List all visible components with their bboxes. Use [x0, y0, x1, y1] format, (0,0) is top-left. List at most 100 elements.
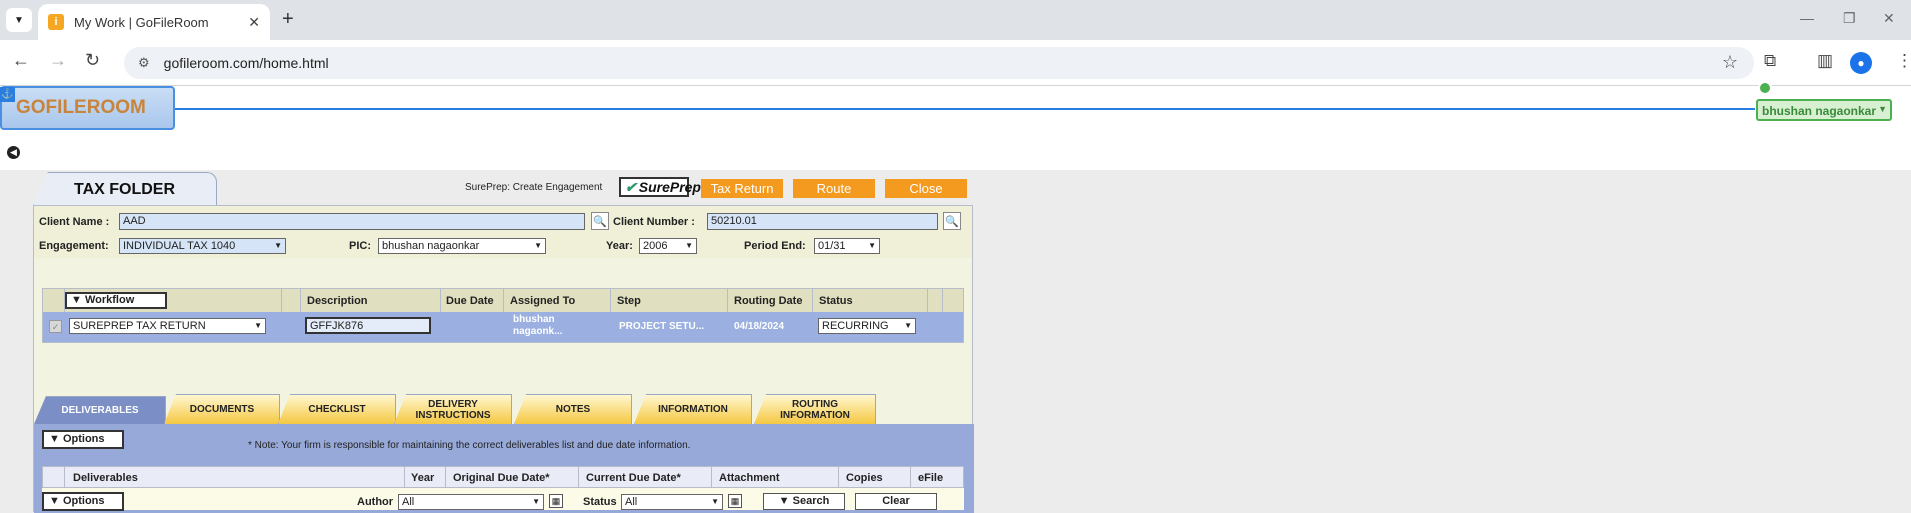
assigned-to-line2: nagaonk...: [513, 326, 563, 337]
tab-documents[interactable]: DOCUMENTS: [164, 394, 280, 424]
chevron-down-icon: ▼: [711, 497, 719, 506]
status-filter-select[interactable]: All ▼: [621, 494, 723, 510]
engagement-label: Engagement:: [39, 240, 109, 252]
profile-avatar-icon[interactable]: ●: [1850, 52, 1872, 74]
status-value: RECURRING: [822, 320, 889, 332]
anchor-icon[interactable]: ⚓: [0, 87, 15, 102]
client-name-search-icon[interactable]: 🔍: [591, 212, 609, 230]
status-label: Status: [583, 496, 617, 508]
tab-label-line1: ROUTING: [791, 398, 839, 410]
user-status-icon: [1758, 81, 1772, 95]
app-header: GOFILEROOM ⚓ bhushan nagaonkar ▼ ◀: [0, 81, 1911, 170]
workflow-table: ▼ Workflow Description Due Date Assigned…: [42, 288, 964, 343]
client-number-input[interactable]: 50210.01: [707, 213, 938, 230]
year-label: Year:: [606, 240, 633, 252]
engagement-select[interactable]: INDIVIDUAL TAX 1040 ▼: [119, 238, 286, 254]
pic-value: bhushan nagaonkar: [382, 240, 480, 252]
tab-checklist[interactable]: CHECKLIST: [278, 394, 396, 424]
tab-deliverables[interactable]: DELIVERABLES: [34, 396, 166, 424]
step-value: PROJECT SETU...: [619, 321, 705, 332]
tab-label-line2: INSTRUCTIONS: [415, 409, 491, 421]
period-end-select[interactable]: 01/31 ▼: [814, 238, 880, 254]
period-end-value: 01/31: [818, 240, 846, 252]
collapse-arrow-icon[interactable]: ◀: [7, 146, 20, 159]
description-input[interactable]: GFFJK876: [305, 317, 431, 334]
tax-return-button[interactable]: Tax Return: [701, 179, 783, 198]
deliverables-header-row: Deliverables Year Original Due Date* Cur…: [42, 466, 964, 488]
year-select[interactable]: 2006 ▼: [639, 238, 697, 254]
status-calendar-icon[interactable]: ▦: [728, 494, 742, 508]
triangle-down-icon: ▼: [49, 495, 63, 507]
tab-notes[interactable]: NOTES: [514, 394, 632, 424]
table-row[interactable]: ✓ SUREPREP TAX RETURN ▼ GFFJK876 bhushan …: [43, 312, 963, 342]
workflow-select[interactable]: SUREPREP TAX RETURN ▼: [69, 318, 266, 334]
period-end-label: Period End:: [744, 240, 806, 252]
reload-icon[interactable]: ↻: [85, 50, 100, 71]
browser-tab[interactable]: i My Work | GoFileRoom ✕: [38, 4, 270, 40]
client-name-label: Client Name :: [39, 216, 110, 228]
row-checkbox[interactable]: ✓: [49, 320, 62, 333]
url-text: gofileroom.com/home.html: [163, 55, 329, 71]
browser-toolbar: ← → ↻ ⚙ gofileroom.com/home.html ☆ ⧉ ▥ ●…: [0, 40, 1911, 86]
tab-information[interactable]: INFORMATION: [634, 394, 752, 424]
route-button[interactable]: Route: [793, 179, 875, 198]
gofileroom-logo[interactable]: GOFILEROOM: [0, 86, 175, 130]
client-fields: Client Name : AAD 🔍 Client Number : 5021…: [34, 206, 972, 258]
sureprep-label: SurePrep: Create Engagement: [465, 182, 603, 193]
tax-folder-panel: TAX FOLDER SurePrep: Create Engagement ✔…: [33, 172, 974, 513]
status-filter-value: All: [625, 496, 638, 508]
extensions-icon[interactable]: ⧉: [1764, 51, 1776, 71]
deliverables-options-button[interactable]: ▼ Options: [42, 430, 124, 449]
header-divider: [175, 108, 1755, 110]
bookmark-star-icon[interactable]: ☆: [1722, 52, 1738, 73]
folder-tabs: DELIVERABLES DOCUMENTS CHECKLIST DELIVER…: [34, 394, 974, 424]
author-calendar-icon[interactable]: ▦: [549, 494, 563, 508]
tab-list-button[interactable]: ▼: [6, 8, 32, 32]
site-info-icon[interactable]: ⚙: [138, 55, 150, 71]
folder-body: Client Name : AAD 🔍 Client Number : 5021…: [33, 205, 974, 513]
documents-options-button[interactable]: ▼ Options: [42, 492, 124, 511]
chevron-down-icon: ▼: [532, 497, 540, 506]
author-select[interactable]: All ▼: [398, 494, 544, 510]
pic-label: PIC:: [349, 240, 371, 252]
minimize-icon[interactable]: —: [1800, 10, 1814, 26]
tab-routing-information[interactable]: ROUTING INFORMATION: [754, 394, 876, 424]
chevron-down-icon: ▼: [685, 241, 693, 250]
close-window-icon[interactable]: ✕: [1883, 10, 1895, 27]
close-button[interactable]: Close: [885, 179, 967, 198]
new-tab-icon[interactable]: +: [282, 8, 294, 31]
chevron-down-icon: ▼: [274, 241, 282, 250]
user-name: bhushan nagaonkar: [1762, 104, 1877, 118]
client-name-input[interactable]: AAD: [119, 213, 585, 230]
user-menu[interactable]: bhushan nagaonkar ▼: [1756, 99, 1892, 121]
client-number-search-icon[interactable]: 🔍: [943, 212, 961, 230]
triangle-down-icon: ▼: [778, 495, 793, 507]
chevron-down-icon: ▼: [868, 241, 876, 250]
search-button[interactable]: ▼ Search: [763, 493, 845, 510]
close-tab-icon[interactable]: ✕: [248, 14, 260, 31]
restore-icon[interactable]: ❐: [1843, 10, 1856, 27]
tab-delivery-instructions[interactable]: DELIVERY INSTRUCTIONS: [394, 394, 512, 424]
back-icon[interactable]: ←: [12, 50, 30, 71]
chevron-down-icon: ▼: [1878, 104, 1887, 114]
side-panel-icon[interactable]: ▥: [1817, 51, 1833, 71]
browser-tabstrip: ▼ i My Work | GoFileRoom ✕ + — ❐ ✕: [0, 0, 1911, 40]
chevron-down-icon: ▼: [254, 321, 262, 330]
client-number-label: Client Number :: [613, 216, 695, 228]
tab-label-line1: DELIVERY: [428, 398, 478, 410]
options-label: Options: [62, 433, 105, 445]
status-select[interactable]: RECURRING ▼: [818, 318, 916, 334]
sureprep-logo-text: SurePrep: [638, 179, 701, 195]
workflow-value: SUREPREP TAX RETURN: [73, 320, 206, 332]
menu-dots-icon[interactable]: ⋮: [1896, 51, 1911, 71]
address-bar[interactable]: ⚙ gofileroom.com/home.html ☆: [124, 47, 1754, 79]
clear-button[interactable]: Clear: [855, 493, 937, 510]
routing-date-value: 04/18/2024: [734, 321, 785, 332]
pic-select[interactable]: bhushan nagaonkar ▼: [378, 238, 546, 254]
checkmark-icon: ✔: [625, 178, 637, 195]
year-value: 2006: [643, 240, 668, 252]
folder-tab-title: TAX FOLDER: [33, 172, 217, 206]
assigned-to-line1: bhushan: [513, 314, 555, 325]
sureprep-button[interactable]: ✔ SurePrep: [619, 177, 701, 197]
forward-icon[interactable]: →: [49, 50, 67, 71]
